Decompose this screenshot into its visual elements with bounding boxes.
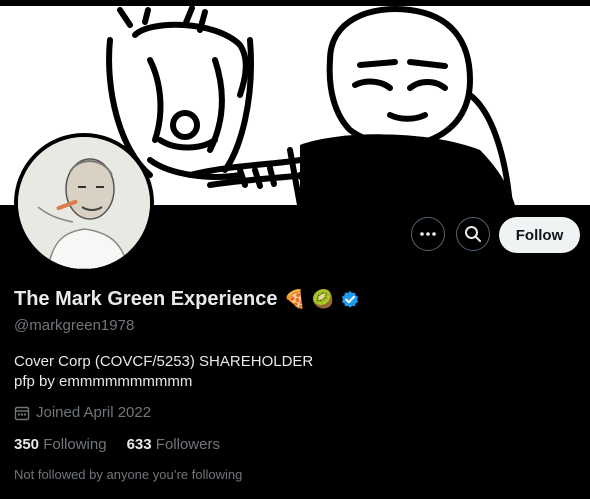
search-profile-button[interactable] — [456, 217, 490, 251]
bio-line: Cover Corp (COVCF/5253) SHAREHOLDER — [14, 353, 314, 370]
bio-line: pfp by emmmmmmmmmm — [14, 373, 193, 390]
followers-link[interactable]: 633 Followers — [127, 436, 220, 453]
kiwi-emoji: 🥝 — [311, 289, 335, 309]
pizza-emoji: 🍕 — [283, 289, 306, 309]
name-row: The Mark Green Experience 🍕 🥝 — [14, 288, 360, 311]
display-name: The Mark Green Experience — [14, 288, 278, 310]
joined-date: Joined April 2022 — [14, 404, 151, 421]
follow-button[interactable]: Follow — [499, 217, 580, 253]
profile-bio: Cover Corp (COVCF/5253) SHAREHOLDER pfp … — [14, 352, 313, 392]
not-followed-note: Not followed by anyone you’re following — [14, 467, 243, 482]
follow-counts: 350 Following 633 Followers — [14, 436, 220, 453]
more-options-button[interactable] — [411, 217, 445, 251]
following-link[interactable]: 350 Following — [14, 436, 107, 453]
followers-count: 633 — [126, 436, 152, 453]
avatar-image — [18, 137, 150, 269]
following-label: Following — [43, 436, 107, 453]
search-icon — [465, 226, 481, 242]
verified-badge-icon[interactable] — [340, 290, 360, 310]
calendar-icon — [14, 406, 30, 420]
user-handle: @markgreen1978 — [14, 317, 135, 334]
banner-top-edge — [0, 0, 590, 6]
profile-avatar[interactable] — [14, 133, 154, 273]
following-count: 350 — [14, 436, 40, 453]
followers-label: Followers — [155, 436, 220, 453]
joined-text: Joined April 2022 — [36, 404, 152, 421]
more-icon — [420, 232, 436, 236]
